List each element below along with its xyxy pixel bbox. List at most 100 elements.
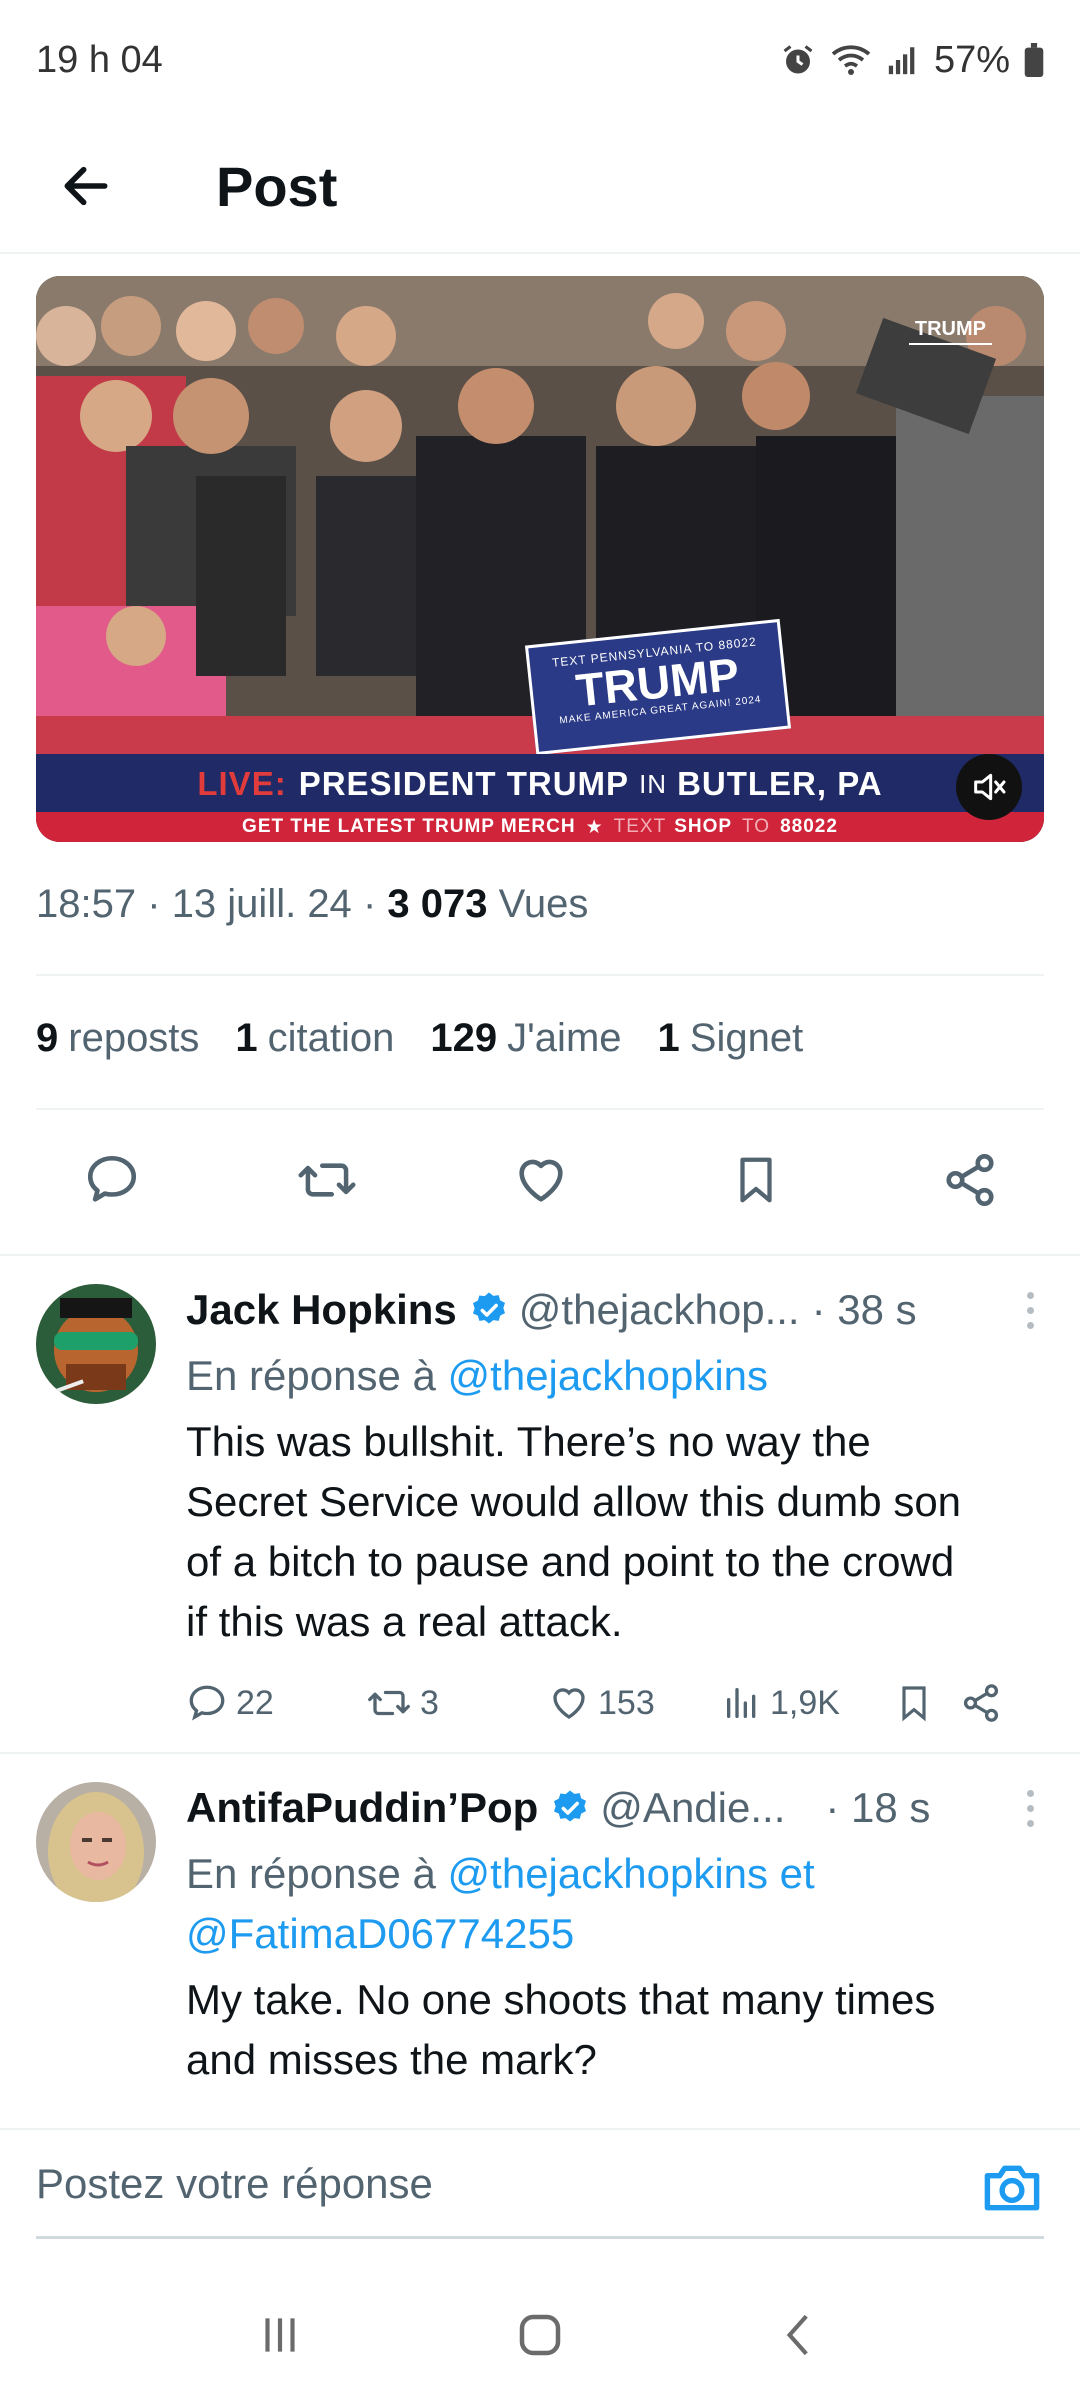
recent-apps-icon bbox=[265, 2318, 295, 2352]
meta-separator: · bbox=[362, 882, 377, 926]
back-arrow-icon bbox=[64, 166, 108, 206]
avatar-image bbox=[36, 1284, 156, 1404]
author-name[interactable]: AntifaPuddin’Pop bbox=[186, 1784, 538, 1832]
divider bbox=[36, 1108, 1044, 1110]
reposts-label: reposts bbox=[68, 1016, 200, 1060]
app-header: Post bbox=[0, 120, 1080, 254]
post-time: 18:57 bbox=[36, 882, 137, 926]
repost-count: 3 bbox=[420, 1683, 439, 1722]
views-count: 1,9K bbox=[770, 1683, 840, 1722]
merch-text-3: SHOP bbox=[674, 816, 733, 837]
reply-views-button[interactable]: 1,9K bbox=[722, 1683, 894, 1723]
home-button[interactable] bbox=[490, 2285, 590, 2385]
reply-text: My take. No one shoots that many times a… bbox=[186, 1970, 1044, 2090]
merch-text-1: GET THE LATEST TRUMP MERCH bbox=[242, 816, 576, 837]
merch-text-5: 88022 bbox=[780, 816, 838, 837]
mute-icon bbox=[974, 773, 1006, 801]
reply-action-bar: 22 3 153 1,9K bbox=[186, 1678, 1044, 1728]
camera-button[interactable] bbox=[980, 2158, 1044, 2218]
battery-icon bbox=[1024, 43, 1044, 77]
reply-icon bbox=[189, 1685, 225, 1721]
reply-repost-button[interactable]: 3 bbox=[366, 1682, 548, 1724]
reply-count: 22 bbox=[236, 1683, 274, 1722]
reply-button[interactable] bbox=[72, 1140, 152, 1220]
reply-mention[interactable]: @thejackhopkins et bbox=[448, 1850, 815, 1897]
quotes-stat[interactable]: 1 citation bbox=[235, 1016, 394, 1061]
like-icon bbox=[553, 1688, 585, 1719]
likes-stat[interactable]: 129 J'aime bbox=[430, 1016, 621, 1061]
share-icon bbox=[946, 1154, 994, 1206]
alarm-icon bbox=[783, 45, 813, 74]
more-options-button[interactable] bbox=[1027, 1291, 1044, 1329]
repost-button[interactable] bbox=[287, 1140, 367, 1220]
system-back-button[interactable] bbox=[750, 2285, 850, 2385]
author-name[interactable]: Jack Hopkins bbox=[186, 1286, 457, 1334]
repost-icon bbox=[368, 1690, 410, 1716]
reply-reply-button[interactable]: 22 bbox=[186, 1682, 366, 1724]
banner-live: LIVE: bbox=[197, 765, 287, 802]
verified-icon bbox=[554, 1790, 587, 1822]
reply-context: En réponse à @thejackhopkins et @FatimaD… bbox=[186, 1844, 1044, 1964]
views-count: 3 073 bbox=[387, 882, 488, 926]
reply-text-line: My take. No one shoots that many times bbox=[186, 1976, 936, 2023]
reply-icon bbox=[87, 1155, 137, 1202]
home-icon bbox=[519, 2314, 561, 2356]
post-stats: 9 reposts 1 citation 129 J'aime 1 Signet bbox=[36, 1016, 803, 1061]
composer-underline bbox=[36, 2236, 1044, 2239]
share-button[interactable] bbox=[930, 1140, 1010, 1220]
reply-text: This was bullshit. There’s no way the Se… bbox=[186, 1412, 1044, 1652]
like-count: 153 bbox=[598, 1683, 655, 1722]
mute-button[interactable] bbox=[956, 754, 1022, 820]
divider bbox=[0, 1254, 1080, 1256]
status-time: 19 h 04 bbox=[36, 38, 163, 81]
reposts-count: 9 bbox=[36, 1016, 59, 1060]
quotes-count: 1 bbox=[235, 1016, 258, 1060]
reply-time: · 38 s bbox=[811, 1286, 917, 1333]
divider bbox=[36, 974, 1044, 976]
repost-icon bbox=[298, 1163, 355, 1197]
reply-input[interactable]: Postez votre réponse bbox=[36, 2160, 433, 2208]
verified-badge bbox=[469, 1290, 509, 1330]
reply-text-line: Secret Service would allow this dumb son bbox=[186, 1478, 962, 1525]
bookmark-button[interactable] bbox=[716, 1140, 796, 1220]
back-button[interactable] bbox=[36, 136, 136, 236]
reply-share-button[interactable] bbox=[960, 1682, 1002, 1724]
system-nav-bar bbox=[0, 2270, 1080, 2400]
banner-in: IN bbox=[639, 768, 668, 799]
author-handle[interactable]: @thejackhop... bbox=[519, 1286, 800, 1334]
signal-icon bbox=[888, 47, 915, 75]
page-title: Post bbox=[216, 154, 338, 218]
avatar[interactable] bbox=[36, 1782, 156, 1902]
reply-bookmark-button[interactable] bbox=[894, 1682, 960, 1724]
reply-mention[interactable]: @thejackhopkins bbox=[448, 1352, 768, 1399]
more-options-button[interactable] bbox=[1027, 1789, 1044, 1827]
reply-text-line: of a bitch to pause and point to the cro… bbox=[186, 1538, 955, 1585]
author-handle[interactable]: @Andie... bbox=[600, 1784, 785, 1832]
meta-separator: · bbox=[147, 882, 161, 926]
reply-like-button[interactable]: 153 bbox=[548, 1682, 722, 1724]
reply-prefix: En réponse à bbox=[186, 1850, 436, 1897]
post-video[interactable]: TRUMP TEXT PENNSYLVANIA TO 88022 TRUMP M… bbox=[36, 276, 1044, 842]
status-bar: 19 h 04 57% bbox=[0, 0, 1080, 120]
reply-text-line: if this was a real attack. bbox=[186, 1598, 623, 1645]
share-icon bbox=[963, 1684, 999, 1722]
reply-header: Jack Hopkins @thejackhop... · 38 s bbox=[186, 1280, 1044, 1340]
like-button[interactable] bbox=[501, 1140, 581, 1220]
reply-text-line: This was bullshit. There’s no way the bbox=[186, 1418, 871, 1465]
bookmarks-count: 1 bbox=[657, 1016, 680, 1060]
reply-header: AntifaPuddin’Pop @Andie... · 18 s bbox=[186, 1778, 1044, 1838]
reply-body: Jack Hopkins @thejackhop... · 38 s En ré… bbox=[186, 1280, 1044, 1728]
post-date: 13 juill. 24 bbox=[171, 882, 352, 926]
verified-icon bbox=[472, 1292, 505, 1324]
avatar[interactable] bbox=[36, 1284, 156, 1404]
merch-text-4: TO bbox=[742, 816, 771, 837]
recent-apps-button[interactable] bbox=[230, 2285, 330, 2385]
views-icon bbox=[727, 1688, 756, 1718]
reposts-stat[interactable]: 9 reposts bbox=[36, 1016, 199, 1061]
reply-mention[interactable]: @FatimaD06774255 bbox=[186, 1904, 1044, 1964]
bookmarks-stat[interactable]: 1 Signet bbox=[658, 1016, 804, 1061]
avatar-image bbox=[36, 1782, 156, 1902]
camera-icon bbox=[984, 2165, 1040, 2211]
divider bbox=[0, 1752, 1080, 1754]
reply-text-line: and misses the mark? bbox=[186, 2036, 597, 2083]
